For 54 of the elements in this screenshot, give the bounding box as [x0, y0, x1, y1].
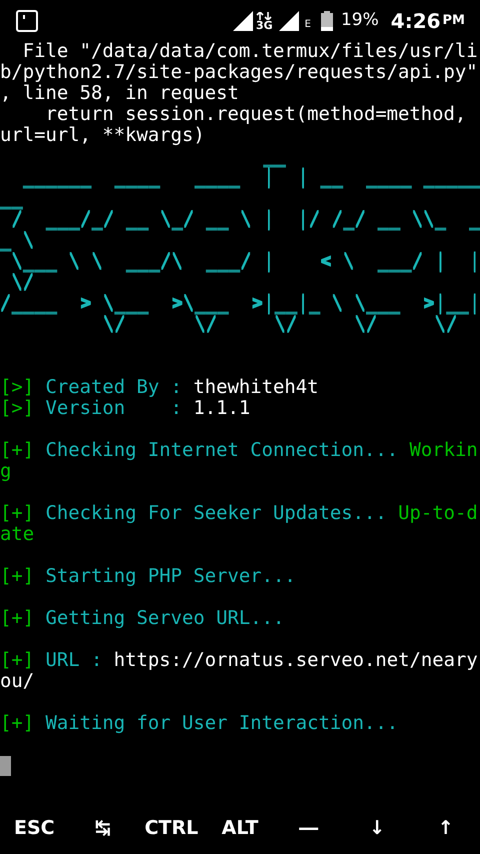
terminal-text: Workin [409, 439, 478, 461]
signal-icon [232, 10, 253, 30]
terminal-text: Waiting for User Interaction... [44, 712, 398, 734]
extra-key[interactable]: ↓ [365, 818, 390, 838]
terminal-text: Getting Serveo URL... [44, 607, 284, 629]
terminal-text: [+] [0, 712, 34, 734]
terminal-text: return session.request(method=method, [44, 103, 466, 125]
extra-key[interactable]: ↑ [434, 818, 458, 838]
terminal-text: [+] [0, 439, 34, 461]
terminal-text: [+] [0, 502, 34, 524]
ascii-art-line: __ [263, 148, 286, 168]
ascii-art-line: _ \ [0, 232, 34, 253]
battery-percent: 19% [340, 8, 379, 32]
terminal-text: Checking Internet Connection... [44, 439, 400, 461]
terminal-text: ou/ [0, 670, 34, 692]
terminal-text: g [0, 460, 12, 482]
battery-icon [320, 10, 333, 30]
extra-key[interactable]: CTRL [140, 818, 202, 838]
data-arrows-icon [256, 12, 272, 20]
terminal-text: Version : [44, 397, 183, 419]
terminal-text: ate [0, 523, 34, 545]
ascii-art-line: \___ \ \ ___/\ ___/ | < \ ___/ | | [11, 253, 480, 274]
terminal-text: File "/data/data/com.termux/files/usr/li [22, 40, 478, 62]
ascii-art-line: \/ \/ \/ \/ \/ [102, 316, 458, 337]
terminal-text: Created By : [44, 376, 183, 398]
ascii-art-line: /____ > \___ >\___ >|__|_ \ \___ >|__| [0, 295, 480, 316]
terminal-text: thewhiteh4t [193, 376, 318, 398]
terminal-text: Checking For Seeker Updates... [44, 502, 388, 524]
terminal-text: [>] [0, 376, 34, 398]
network-type: 3G [256, 20, 273, 30]
cursor [0, 756, 11, 776]
terminal-text: , line 58, in request [0, 82, 239, 104]
extra-key[interactable]: ALT [218, 818, 262, 838]
terminal-text: [+] [0, 607, 34, 629]
terminal-text: URL : [44, 649, 104, 671]
clock-ampm: PM [442, 12, 465, 30]
extra-key[interactable]: ― [295, 818, 322, 838]
terminal-text: https://ornatus.serveo.net/neary [114, 649, 478, 671]
network-type: E [304, 18, 311, 32]
extra-key[interactable]: ↹ [90, 818, 115, 838]
terminal-text: url=url, **kwargs) [0, 124, 205, 146]
signal-icon [278, 10, 299, 30]
notification-icon [15, 8, 39, 32]
terminal-text: Starting PHP Server... [44, 565, 296, 587]
extra-key[interactable]: ESC [10, 818, 59, 838]
clock-time: 4:26 [390, 8, 441, 34]
terminal-text: 1.1.1 [193, 397, 250, 419]
terminal-text: b/python2.7/site-packages/requests/api.py" [0, 61, 478, 83]
terminal-text: [+] [0, 565, 34, 587]
terminal-text: [+] [0, 649, 34, 671]
terminal-text: Up-to-d [398, 502, 478, 524]
terminal-text: [>] [0, 397, 34, 419]
ascii-art-line: \/ [11, 274, 34, 295]
ascii-art-line: __ [0, 190, 23, 211]
